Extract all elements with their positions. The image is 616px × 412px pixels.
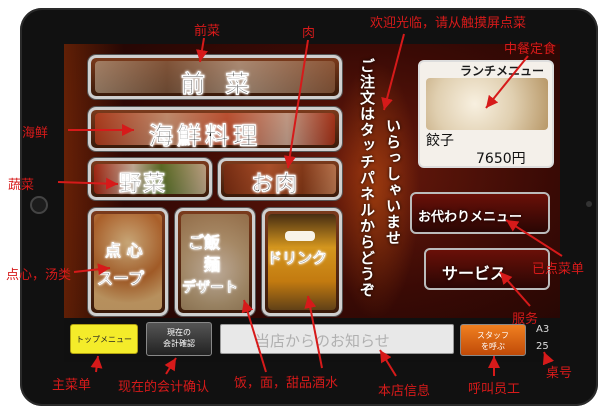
annotation-welcome: 欢迎光临，请从触摸屏点菜 (370, 16, 527, 31)
annotation-arrow (57, 177, 119, 190)
annotation-vegetables: 蔬菜 (8, 178, 35, 193)
annotation-notice: 本店信息 (378, 384, 431, 399)
annotation-arrow (485, 55, 529, 109)
annotation-arrow (196, 37, 208, 63)
annotation-arrow (283, 39, 309, 169)
annotation-arrows (57, 33, 563, 377)
annotation-arrow (73, 263, 111, 276)
annotation-arrow (505, 219, 563, 257)
annotation-arrow (90, 355, 103, 373)
annotation-arrow (164, 357, 177, 375)
annotation-top-menu: 主菜单 (52, 378, 92, 393)
annotation-check: 现在的会计确认 (118, 380, 210, 395)
annotation-arrow (304, 295, 323, 369)
annotation-arrow (499, 271, 531, 307)
annotation-meat: 肉 (302, 26, 316, 41)
annotation-table: 桌号 (546, 366, 573, 381)
annotation-dimsum: 点心，汤类 (6, 268, 72, 283)
annotation-zensai: 前菜 (194, 24, 221, 39)
annotation-staff: 呼叫员工 (468, 382, 521, 397)
annotation-arrow (381, 33, 405, 111)
annotation-rice-drink: 饭，面，甜品酒水 (234, 376, 339, 391)
annotation-arrow (542, 351, 555, 366)
annotation-arrow (379, 349, 397, 377)
annotation-lunch: 中餐定食 (504, 42, 557, 57)
annotation-refill: 已点菜单 (532, 262, 585, 277)
annotation-seafood: 海鲜 (22, 126, 49, 141)
annotation-service: 服务 (512, 312, 539, 327)
annotation-arrow (241, 299, 267, 373)
